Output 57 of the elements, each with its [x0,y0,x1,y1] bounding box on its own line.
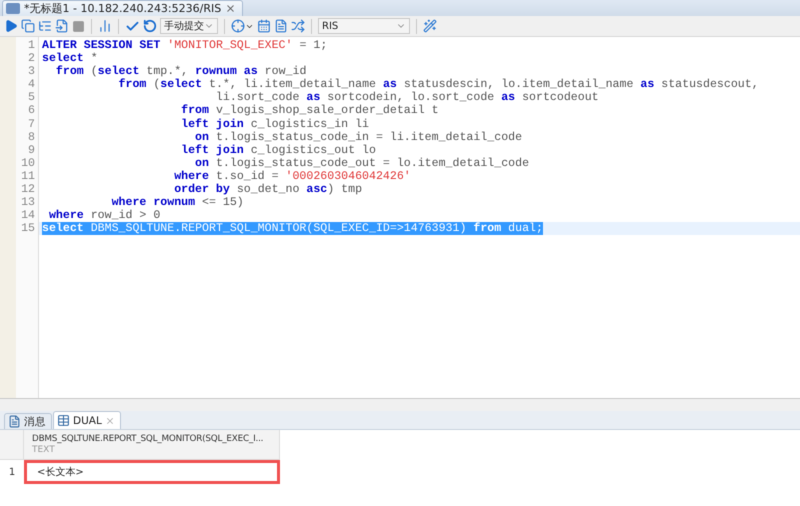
rollback-button[interactable] [143,18,157,34]
line-number: 15 [20,222,36,236]
code-line: from (select tmp.*, rownum as row_id [54,65,306,78]
copy-button[interactable] [21,18,35,34]
line-number: 5 [27,91,36,104]
code-line: left join c_logistics_out lo [180,144,376,157]
code-line: where t.so_id = '0002603046042426' [173,170,411,184]
target-button[interactable] [231,18,254,34]
chart-button[interactable] [98,18,112,34]
wand-button[interactable] [423,18,437,34]
result-tab[interactable]: DUAL [53,411,121,429]
row-number: 1 [8,466,16,480]
line-number: 10 [20,156,36,170]
line-number: 14 [20,209,36,222]
result-tab[interactable]: 消息 [4,413,52,429]
format-button[interactable] [274,18,288,34]
run-button[interactable] [4,18,18,34]
code-line: order by so_det_no asc) tmp [173,183,362,196]
code-line: from v_logis_shop_sale_order_detail t [180,104,439,118]
code-line: select * [42,52,98,66]
line-number: 1 [27,39,36,52]
code-line: li.sort_code as sortcodein, lo.sort_code as sortcodeout [214,91,599,104]
close-icon[interactable] [104,416,115,426]
line-number: 11 [20,170,36,184]
schema-dropdown[interactable]: RIS [318,18,410,34]
line-number: 6 [27,104,36,118]
target-icon [231,19,245,33]
calendar-button[interactable] [257,18,271,34]
table-icon [57,414,70,427]
code-line: where rownum <= 15) [110,196,244,210]
table-cell[interactable]: <长文本> [24,460,280,484]
code-line: from (select t.*, li.item_detail_name as statusdescin, lo.item_detail_name as statusdescout, [118,78,759,92]
editor-tab[interactable]: *无标题1 - 10.182.240.243:5236/RIS [2,0,244,16]
line-number: 2 [27,52,36,66]
code-line: on t.logis_status_code_in = li.item_detail_code [194,130,522,144]
sql-file-icon [6,3,20,14]
line-number: 8 [27,130,36,144]
close-icon[interactable] [225,3,236,14]
code-line: where row_id > 0 [48,209,160,222]
line-number: 3 [27,65,36,78]
line-number: 9 [27,144,36,157]
import-button[interactable] [55,18,69,34]
stop-button[interactable] [72,18,85,34]
line-number: 7 [27,118,36,131]
line-number: 13 [20,196,36,210]
column-header[interactable]: DBMS_SQLTUNE.REPORT_SQL_MONITOR(SQL_EXEC_I... TEXT [24,430,280,460]
shuffle-button[interactable] [291,18,305,34]
window-title: *无标题1 - 10.182.240.243:5236/RIS [24,1,222,16]
column-type: TEXT [32,445,56,456]
line-number: 4 [27,78,36,92]
code-line: on t.logis_status_code_out = lo.item_detail_code [194,156,530,170]
line-number: 12 [20,183,36,196]
code-line: left join c_logistics_in li [180,118,369,131]
code-line: ALTER SESSION SET 'MONITOR_SQL_EXEC' = 1; [42,39,328,52]
commit-mode-dropdown[interactable]: 手动提交 [160,18,218,34]
column-name: DBMS_SQLTUNE.REPORT_SQL_MONITOR(SQL_EXEC_I... [32,433,264,445]
message-icon [8,415,21,428]
